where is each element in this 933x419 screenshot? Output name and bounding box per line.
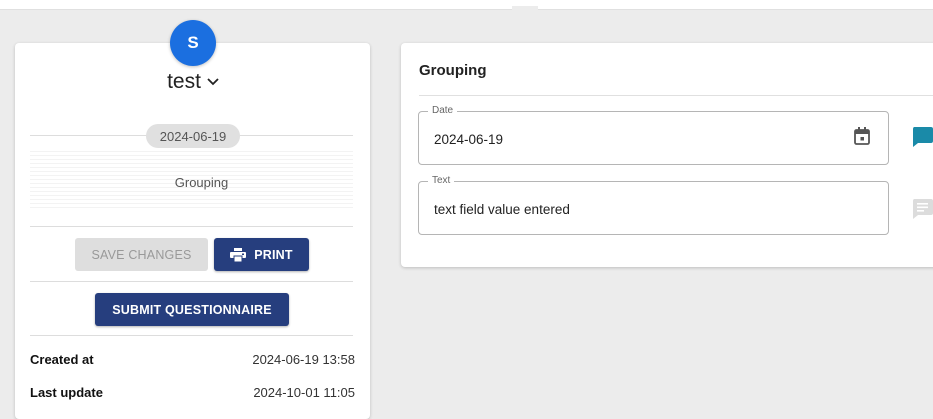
date-field[interactable]: Date 2024-06-19: [418, 105, 889, 165]
avatar: S: [170, 20, 216, 66]
questionnaire-title-selector[interactable]: test: [0, 70, 386, 94]
last-update-label: Last update: [30, 385, 103, 400]
divider: [30, 226, 353, 227]
date-field-label: Date: [428, 105, 458, 116]
divider: [30, 335, 353, 336]
printer-icon: [230, 247, 247, 262]
save-changes-button[interactable]: SAVE CHANGES: [75, 238, 208, 271]
text-field[interactable]: Text text field value entered: [418, 175, 889, 235]
created-at-value: 2024-06-19 13:58: [252, 352, 355, 367]
calendar-icon[interactable]: [854, 127, 870, 150]
last-update-value: 2024-10-01 11:05: [253, 385, 355, 400]
top-bar-notch: [512, 6, 538, 11]
text-field-label: Text: [428, 175, 455, 186]
divider: [30, 281, 353, 282]
divider: [419, 95, 933, 96]
print-label: PRINT: [254, 247, 293, 262]
print-button[interactable]: PRINT: [214, 238, 309, 271]
created-at-label: Created at: [30, 352, 94, 367]
questionnaire-title: test: [167, 70, 201, 93]
top-bar: [0, 0, 933, 11]
group-item-grouping[interactable]: Grouping: [30, 175, 373, 190]
chevron-down-icon[interactable]: [207, 73, 219, 90]
comment-icon[interactable]: [912, 199, 933, 224]
text-field-value: text field value entered: [434, 202, 570, 217]
submit-questionnaire-button[interactable]: SUBMIT QUESTIONNAIRE: [95, 293, 289, 326]
date-field-value: 2024-06-19: [434, 132, 504, 147]
grouping-title: Grouping: [419, 62, 487, 79]
date-chip: 2024-06-19: [146, 124, 240, 148]
comment-icon[interactable]: [912, 127, 933, 152]
